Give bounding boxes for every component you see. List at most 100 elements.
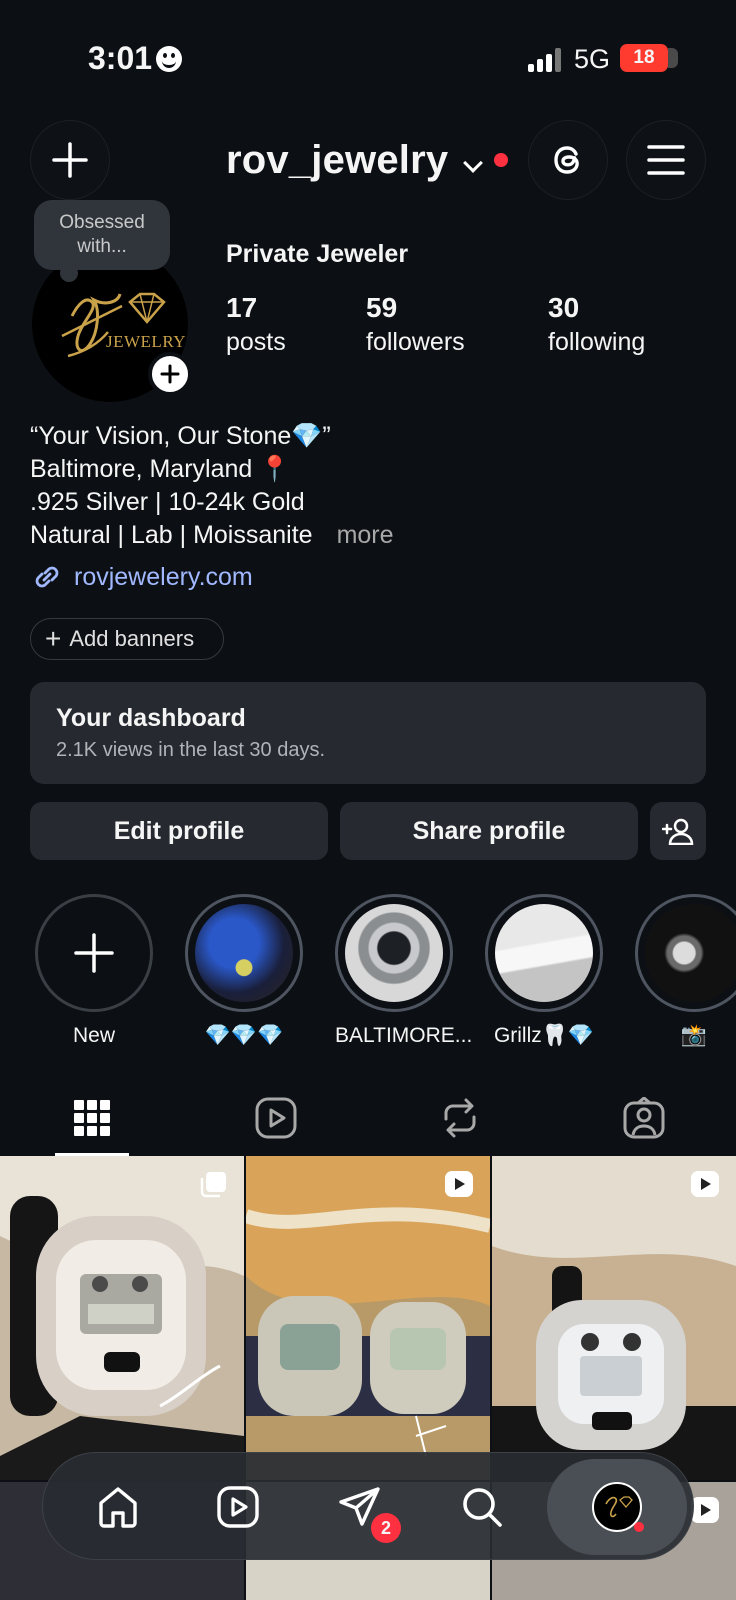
notification-dot	[634, 1522, 644, 1532]
highlight-item[interactable]: BALTIMORE...	[335, 894, 473, 1048]
reel-icon	[691, 1171, 719, 1197]
notification-dot	[494, 153, 508, 167]
highlight-item[interactable]: 📸	[635, 894, 736, 1048]
threads-button[interactable]	[528, 120, 608, 200]
network-type: 5G	[574, 44, 611, 74]
post-thumbnail[interactable]	[0, 1156, 244, 1480]
bio-line: .925 Silver | 10-24k Gold	[30, 488, 305, 516]
add-story-button[interactable]	[148, 352, 192, 396]
carousel-icon	[200, 1172, 226, 1198]
highlight-ring	[185, 894, 303, 1012]
tab-tagged[interactable]	[552, 1080, 736, 1156]
stat-following[interactable]: 30 following	[548, 290, 645, 358]
plus-icon	[52, 142, 88, 178]
reels-icon	[255, 1097, 297, 1139]
highlight-ring	[635, 894, 736, 1012]
plus-icon	[74, 933, 114, 973]
add-banners-label: Add banners	[69, 626, 195, 651]
tab-reposts[interactable]	[368, 1080, 552, 1156]
highlight-thumbnail	[495, 904, 593, 1002]
story-highlights: New 💎💎💎 BALTIMORE... Grillz🦷💎 📸	[0, 894, 736, 1047]
bio-line: Baltimore, Maryland 📍	[30, 455, 291, 483]
reel-icon	[445, 1171, 473, 1197]
stat-label: following	[548, 328, 646, 356]
professional-dashboard[interactable]: Your dashboard 2.1K views in the last 30…	[30, 682, 706, 784]
nav-profile[interactable]	[562, 1453, 672, 1561]
highlight-label: New	[72, 1024, 115, 1047]
website-link[interactable]: rovjewelery.com	[30, 560, 253, 594]
search-icon	[463, 1488, 502, 1527]
bio-line: “Your Vision, Our Stone💎”	[30, 422, 331, 450]
hamburger-menu-icon	[647, 145, 685, 175]
highlight-ring	[335, 894, 453, 1012]
stat-value: 59	[366, 292, 398, 323]
link-icon	[35, 566, 59, 588]
stat-followers[interactable]: 59 followers	[366, 290, 465, 358]
status-time: 3:01	[88, 40, 153, 76]
share-profile-button[interactable]: Share profile	[340, 802, 638, 860]
plus-icon: +	[45, 623, 62, 654]
add-person-icon	[662, 818, 694, 845]
profile-header: rov_jewelry	[0, 118, 736, 202]
create-button[interactable]	[30, 120, 110, 200]
battery-indicator: 18	[620, 44, 678, 72]
signal-icon	[528, 48, 562, 72]
account-username[interactable]: rov_jewelry	[226, 138, 448, 183]
avatar-logo-text: JEWELRY	[106, 332, 186, 351]
post-image	[246, 1156, 490, 1480]
reels-icon	[217, 1486, 259, 1528]
discover-people-button[interactable]	[650, 802, 706, 860]
menu-button[interactable]	[626, 120, 706, 200]
add-banners-button[interactable]: + Add banners	[30, 618, 224, 660]
reposts-icon	[444, 1098, 476, 1138]
highlight-thumbnail	[195, 904, 293, 1002]
stat-posts[interactable]: 17 posts	[226, 290, 286, 358]
post-thumbnail[interactable]	[492, 1156, 736, 1480]
plus-icon	[160, 364, 180, 384]
bottom-navigation: 2	[42, 1452, 694, 1560]
profile-avatar	[592, 1482, 644, 1532]
highlight-label: Grillz🦷💎	[493, 1024, 595, 1047]
stat-value: 30	[548, 292, 580, 323]
note-bubble[interactable]: Obsessed with...	[34, 200, 170, 282]
highlight-thumbnail	[645, 904, 736, 1002]
highlight-thumbnail	[345, 904, 443, 1002]
edit-profile-button[interactable]: Edit profile	[30, 802, 328, 860]
highlight-item[interactable]: 💎💎💎	[185, 894, 303, 1048]
profile-category: Private Jeweler	[226, 240, 409, 268]
threads-icon	[554, 146, 579, 174]
highlight-label: 💎💎💎	[204, 1024, 284, 1047]
smiley-icon	[156, 46, 182, 72]
highlight-item[interactable]: Grillz🦷💎	[485, 894, 603, 1048]
stat-label: followers	[366, 328, 465, 356]
reel-icon	[691, 1497, 719, 1523]
rov-logo-image	[605, 1496, 633, 1518]
nav-messages[interactable]: 2	[305, 1453, 415, 1561]
bio-more-link[interactable]: more	[337, 521, 394, 549]
website-url[interactable]: rovjewelery.com	[74, 563, 253, 592]
profile-content-tabs	[0, 1080, 736, 1156]
chevron-down-icon[interactable]	[463, 153, 483, 173]
tagged-person-icon	[623, 1097, 665, 1139]
highlight-label: 📸	[680, 1024, 708, 1047]
bio-line: Natural | Lab | Moissanite	[30, 521, 313, 549]
grid-icon	[74, 1100, 110, 1136]
home-icon	[99, 1487, 137, 1528]
nav-search[interactable]	[427, 1453, 537, 1561]
nav-home[interactable]	[63, 1453, 173, 1561]
stat-value: 17	[226, 292, 258, 323]
post-thumbnail[interactable]	[246, 1156, 490, 1480]
nav-reels[interactable]	[183, 1453, 293, 1561]
profile-bio: “Your Vision, Our Stone💎” Baltimore, Mar…	[30, 420, 394, 552]
tab-posts[interactable]	[0, 1080, 184, 1156]
dashboard-subtitle: 2.1K views in the last 30 days.	[56, 739, 326, 761]
highlight-label: BALTIMORE...	[335, 1024, 473, 1047]
highlight-ring	[485, 894, 603, 1012]
dashboard-title: Your dashboard	[56, 704, 246, 732]
highlight-ring	[35, 894, 153, 1012]
post-image	[0, 1156, 244, 1480]
post-image	[492, 1156, 736, 1480]
highlight-new[interactable]: New	[35, 894, 153, 1048]
tab-reels[interactable]	[184, 1080, 368, 1156]
stat-label: posts	[226, 328, 286, 356]
